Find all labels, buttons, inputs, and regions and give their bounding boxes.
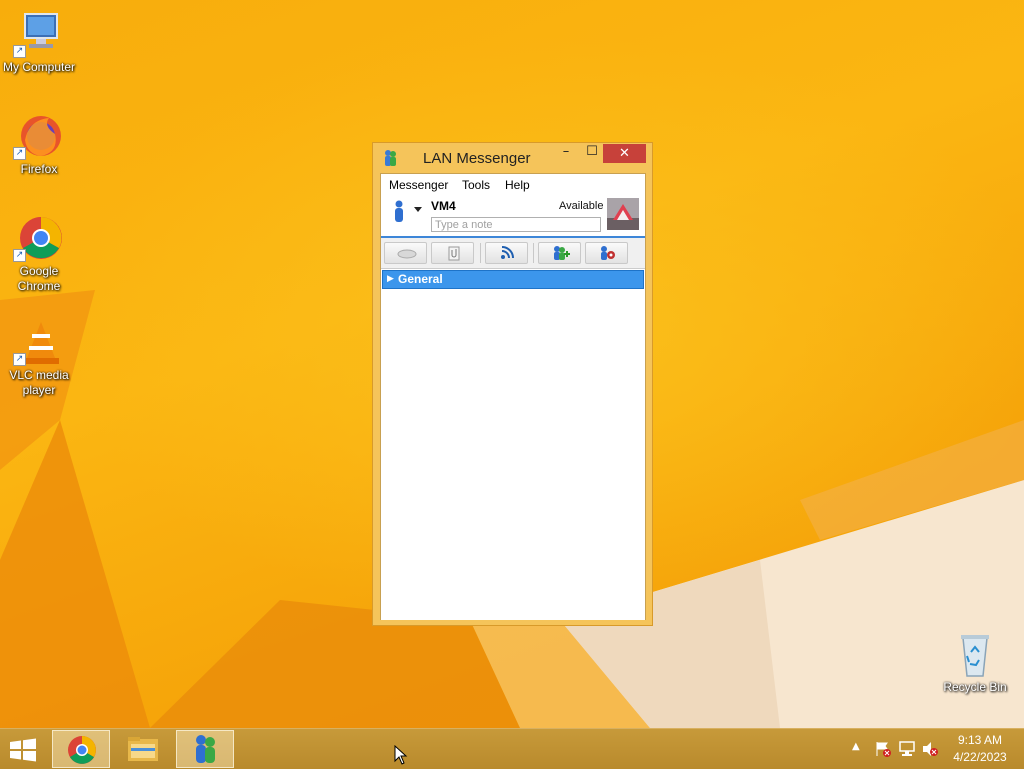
desktop-icon-label: My Computer — [2, 60, 76, 74]
network-icon[interactable] — [898, 741, 916, 757]
maximize-button[interactable]: ☐ — [579, 144, 605, 164]
title-bar[interactable]: LAN Messenger – ☐ ✕ — [373, 143, 652, 173]
contact-list[interactable]: ▶ General — [381, 268, 645, 620]
chrome-icon: ↗ — [13, 214, 63, 262]
lan-messenger-window[interactable]: LAN Messenger – ☐ ✕ Messenger Tools Help… — [372, 142, 653, 626]
menu-help[interactable]: Help — [505, 178, 530, 192]
send-file-icon — [448, 246, 460, 261]
user-name[interactable]: VM4 — [431, 199, 456, 213]
desktop-icon-label: Firefox — [20, 162, 58, 176]
avatar-image — [607, 198, 639, 230]
clock-time[interactable]: 9:13 AM — [950, 733, 1010, 747]
window-client-area: Messenger Tools Help VM4 Available Type … — [380, 173, 646, 620]
menu-tools[interactable]: Tools — [462, 178, 490, 192]
taskbar-chrome[interactable] — [52, 730, 110, 768]
broadcast-button[interactable] — [485, 242, 528, 264]
action-center-flag-icon[interactable] — [874, 741, 892, 757]
user-status-icon[interactable] — [391, 200, 407, 224]
add-contact-icon — [554, 246, 570, 260]
recycle-bin-icon — [951, 630, 999, 678]
desktop-icon-firefox[interactable]: ↗ Firefox — [0, 112, 79, 177]
window-title: LAN Messenger — [423, 150, 531, 167]
settings-button[interactable] — [585, 242, 628, 264]
desktop[interactable]: ↗ My Computer ↗ Firefox ↗ Google Chrome … — [0, 0, 1024, 728]
minimize-button[interactable]: – — [553, 144, 579, 164]
volume-muted-icon[interactable] — [921, 741, 939, 757]
chat-icon — [397, 249, 417, 259]
toolbar-divider — [480, 243, 481, 263]
desktop-icon-label: Recycle Bin — [943, 680, 1007, 694]
desktop-icon-recycle-bin[interactable]: Recycle Bin — [935, 630, 1015, 695]
chevron-down-icon[interactable] — [414, 207, 422, 213]
lan-messenger-icon — [196, 735, 215, 763]
chat-button[interactable] — [384, 242, 427, 264]
shortcut-arrow-icon: ↗ — [13, 353, 26, 366]
taskbar-lan-messenger[interactable] — [176, 730, 234, 768]
desktop-icon-vlc[interactable]: ↗ VLC media player — [0, 318, 79, 398]
status-text[interactable]: Available — [559, 200, 603, 212]
show-hidden-icons-chevron-icon[interactable]: ▲ — [852, 741, 860, 752]
toolbar — [381, 238, 645, 268]
vlc-icon: ↗ — [13, 318, 63, 366]
profile-panel: VM4 Available — [381, 196, 645, 236]
desktop-icon-my-computer[interactable]: ↗ My Computer — [0, 10, 79, 75]
settings-icon — [601, 246, 615, 260]
note-input[interactable] — [431, 217, 601, 232]
add-contact-button[interactable] — [538, 242, 581, 264]
desktop-icon-google-chrome[interactable]: ↗ Google Chrome — [0, 214, 79, 294]
shortcut-arrow-icon: ↗ — [13, 147, 26, 160]
send-file-button[interactable] — [431, 242, 474, 264]
group-label: General — [398, 272, 443, 286]
mouse-cursor-icon — [394, 745, 408, 765]
shortcut-arrow-icon: ↗ — [13, 45, 26, 58]
lan-messenger-icon — [385, 150, 396, 166]
file-explorer-icon — [128, 737, 158, 761]
group-general[interactable]: ▶ General — [382, 270, 644, 289]
close-button[interactable]: ✕ — [603, 144, 646, 163]
desktop-icon-label: VLC media player — [9, 368, 69, 397]
menu-bar: Messenger Tools Help — [381, 174, 645, 196]
desktop-icon-label: Google Chrome — [17, 264, 61, 293]
start-button[interactable] — [8, 738, 38, 762]
firefox-icon: ↗ — [13, 112, 63, 160]
toolbar-divider — [533, 243, 534, 263]
clock-date[interactable]: 4/22/2023 — [946, 750, 1014, 764]
expand-arrow-icon[interactable]: ▶ — [387, 274, 394, 284]
taskbar: ▲ 9:13 AM 4/22/2023 — [0, 728, 1024, 769]
menu-messenger[interactable]: Messenger — [389, 178, 448, 192]
chrome-icon — [68, 736, 96, 764]
shortcut-arrow-icon: ↗ — [13, 249, 26, 262]
taskbar-file-explorer[interactable] — [114, 730, 172, 768]
broadcast-icon — [501, 246, 514, 259]
computer-icon: ↗ — [13, 10, 63, 58]
avatar[interactable] — [607, 198, 639, 230]
